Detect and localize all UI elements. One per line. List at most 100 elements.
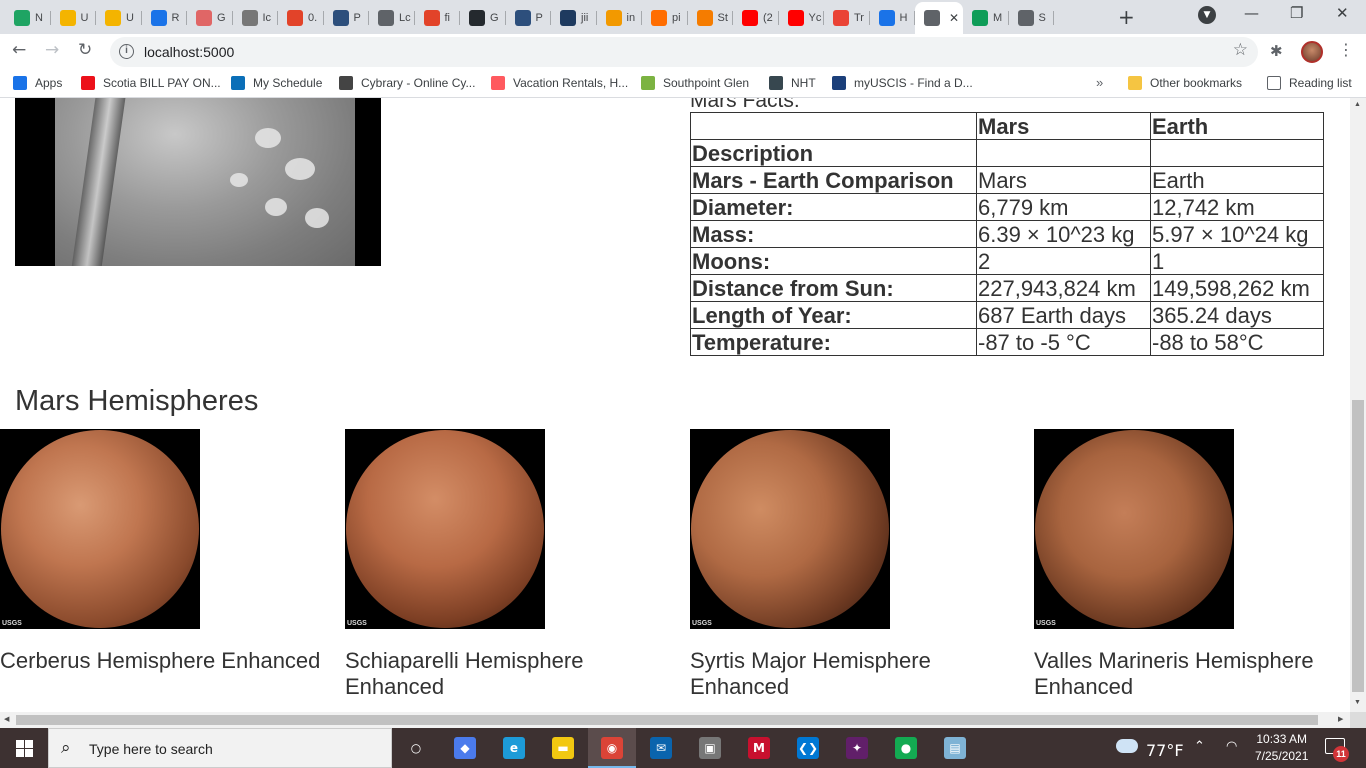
taskbar-app[interactable]: ▣ — [686, 728, 734, 768]
file-explorer-icon: ▬ — [552, 737, 574, 759]
hemisphere-image[interactable]: USGS — [0, 429, 200, 629]
browser-tab[interactable]: G — [187, 4, 233, 32]
close-tab-icon[interactable]: ✕ — [949, 11, 959, 25]
browser-tab[interactable]: ✕ — [915, 2, 963, 34]
tab-title: H — [899, 12, 908, 24]
browser-tab[interactable]: pi — [642, 4, 688, 32]
browser-tab[interactable]: R — [142, 4, 187, 32]
taskbar-clock[interactable]: 10:33 AM 7/25/2021 — [1255, 731, 1308, 765]
mars-facts-table: Mars Earth Description Mars - Earth Compa… — [690, 112, 1324, 356]
browser-tab[interactable]: M — [963, 4, 1009, 32]
browser-tab[interactable]: jii — [551, 4, 597, 32]
hemisphere-image[interactable]: USGS — [690, 429, 890, 629]
scroll-right-arrow-icon[interactable]: ▶ — [1338, 715, 1343, 723]
bookmark-item[interactable]: myUSCIS - Find a D... — [832, 76, 973, 90]
browser-tab[interactable]: H — [870, 4, 915, 32]
taskbar-app[interactable]: M — [735, 728, 783, 768]
bookmark-item[interactable]: Southpoint Glen — [641, 76, 749, 90]
other-bookmarks-folder[interactable]: Other bookmarks — [1128, 76, 1242, 90]
browser-tab[interactable]: N — [5, 4, 51, 32]
reading-list-label: Reading list — [1289, 76, 1352, 90]
show-hidden-icons-chevron[interactable]: ⌃ — [1194, 739, 1205, 754]
vertical-scroll-thumb[interactable] — [1352, 400, 1364, 692]
tab-title: N — [35, 12, 43, 24]
address-bar[interactable]: i localhost:5000 ☆ — [110, 37, 1258, 67]
browser-tab[interactable]: P — [324, 4, 369, 32]
taskbar-app[interactable]: ◉ — [588, 728, 636, 768]
taskbar-app[interactable]: ◆ — [441, 728, 489, 768]
bookmark-item[interactable]: NHT — [769, 76, 816, 90]
scroll-up-arrow-icon[interactable]: ▲ — [1354, 101, 1361, 108]
scotia-icon — [81, 76, 95, 90]
browser-tab[interactable]: U — [51, 4, 96, 32]
site-info-icon[interactable]: i — [119, 44, 134, 59]
taskbar-search-box[interactable]: ⌕ Type here to search — [48, 728, 392, 768]
taskbar-app[interactable]: e — [490, 728, 538, 768]
table-header-row: Mars Earth — [690, 112, 1324, 140]
notepad-icon: ▤ — [944, 737, 966, 759]
tds-icon — [514, 10, 531, 26]
start-button[interactable] — [0, 728, 48, 768]
taskbar-app[interactable]: ✦ — [833, 728, 881, 768]
close-window-icon[interactable]: ✕ — [1336, 4, 1349, 22]
browser-tab[interactable]: P — [506, 4, 551, 32]
taskbar-app[interactable]: ✉ — [637, 728, 685, 768]
mars-facts-heading: Mars Facts: — [690, 98, 800, 112]
bookmark-item[interactable]: Cybrary - Online Cy... — [339, 76, 475, 90]
horizontal-scrollbar[interactable]: ◀ ▶ — [0, 712, 1350, 728]
url-text[interactable]: localhost:5000 — [144, 44, 234, 60]
bookmark-item[interactable]: My Schedule — [231, 76, 322, 90]
hemisphere-image[interactable]: USGS — [345, 429, 545, 629]
bookmark-item[interactable]: Apps — [13, 76, 62, 90]
tab-search-icon[interactable]: ▼ — [1198, 6, 1216, 24]
browser-tab[interactable]: G — [460, 4, 506, 32]
wifi-icon[interactable]: ◠ — [1226, 739, 1237, 754]
scroll-down-arrow-icon[interactable]: ▼ — [1354, 699, 1361, 706]
browser-tab[interactable]: Tr — [824, 4, 870, 32]
bookmark-star-icon[interactable]: ☆ — [1233, 40, 1248, 60]
more-bookmarks-chevron[interactable]: » — [1096, 75, 1103, 90]
table-cell: 149,598,262 km — [1150, 274, 1324, 302]
hemisphere-title: Valles Marineris Hemisphere Enhanced — [1034, 648, 1314, 699]
browser-tab[interactable]: Ic — [233, 4, 278, 32]
vertical-scrollbar[interactable]: ▲ ▼ — [1350, 98, 1366, 712]
restore-icon[interactable]: ❐ — [1290, 4, 1303, 22]
taskbar-app[interactable]: ○ — [392, 728, 440, 768]
globe-icon — [924, 10, 940, 26]
menu-kebab-icon[interactable]: ⋮ — [1338, 40, 1354, 59]
weather-temperature[interactable]: 77°F — [1146, 741, 1184, 760]
scroll-left-arrow-icon[interactable]: ◀ — [4, 715, 9, 723]
browser-tab[interactable]: Lc — [369, 4, 415, 32]
weather-cloud-icon[interactable] — [1116, 739, 1138, 753]
reading-list-button[interactable]: Reading list — [1267, 76, 1352, 90]
taskbar-app[interactable]: ● — [882, 728, 930, 768]
back-arrow-icon[interactable]: ← — [12, 40, 26, 60]
taskbar-app[interactable]: ❮❯ — [784, 728, 832, 768]
new-tab-button[interactable]: + — [1118, 5, 1135, 29]
taskbar-app[interactable]: ▤ — [931, 728, 979, 768]
bookmark-item[interactable]: Scotia BILL PAY ON... — [81, 76, 221, 90]
browser-tab[interactable]: S — [1009, 4, 1054, 32]
hemisphere-image[interactable]: USGS — [1034, 429, 1234, 629]
info-icon — [878, 10, 895, 26]
extensions-icon[interactable]: ✱ — [1270, 42, 1283, 60]
browser-tab[interactable]: Yc — [779, 4, 824, 32]
profile-avatar[interactable] — [1301, 41, 1323, 63]
minimize-icon[interactable]: — — [1244, 4, 1259, 22]
reload-icon[interactable]: ↻ — [78, 40, 92, 60]
bookmark-item[interactable]: Vacation Rentals, H... — [491, 76, 628, 90]
forward-arrow-icon[interactable]: → — [45, 40, 59, 60]
browser-tab[interactable]: U — [96, 4, 142, 32]
browser-tab[interactable]: fi — [415, 4, 460, 32]
table-cell: 12,742 km — [1150, 193, 1324, 221]
hemisphere-title: Cerberus Hemisphere Enhanced — [0, 648, 321, 673]
taskbar-app[interactable]: ▬ — [539, 728, 587, 768]
mcafee-icon: M — [748, 737, 770, 759]
horizontal-scroll-thumb[interactable] — [16, 715, 1318, 725]
browser-tab[interactable]: in — [597, 4, 642, 32]
usgs-watermark: USGS — [2, 620, 22, 627]
browser-tab[interactable]: (2 — [733, 4, 779, 32]
browser-tab[interactable]: St — [688, 4, 733, 32]
bookmark-label: Cybrary - Online Cy... — [361, 76, 476, 90]
browser-tab[interactable]: 0. — [278, 4, 324, 32]
